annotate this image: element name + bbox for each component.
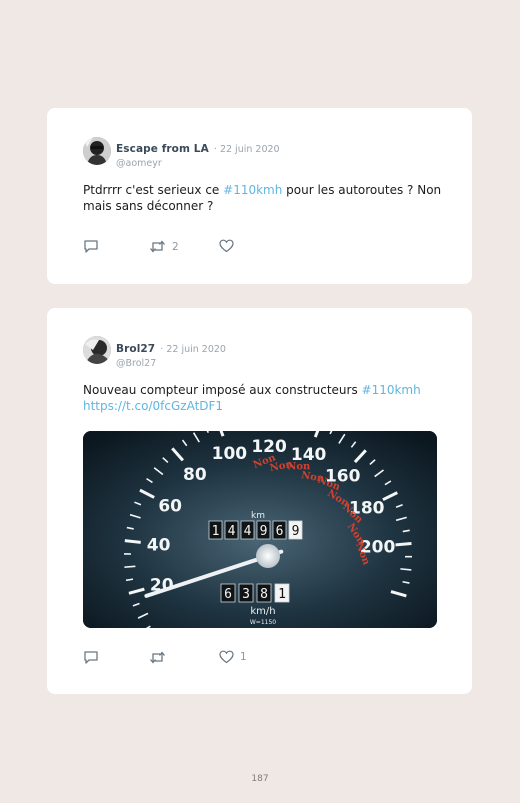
odometer-digit: 1: [212, 524, 220, 539]
speedometer-image[interactable]: 20 40 60 80 100 120 140 160 180 200 Non Non Non Non N…: [83, 431, 437, 628]
retweet-count: 2: [172, 240, 179, 253]
tweet-card: Brol27 · 22 juin 2020 @Brol27 Nouveau co…: [47, 308, 472, 694]
tweet-header: Brol27 · 22 juin 2020 @Brol27: [116, 337, 226, 369]
dial-tick: [124, 539, 141, 544]
odometer-digit: 4: [244, 524, 252, 539]
tweet-url-link[interactable]: https://t.co/0fcGzAtDF1: [83, 399, 223, 413]
dial-tick: [400, 568, 412, 571]
author-handle[interactable]: @aomeyr: [116, 158, 280, 169]
dial-label: 100: [212, 444, 248, 464]
tweet-text: Nouveau compteur imposé aux constructeur…: [83, 383, 421, 413]
model-code: W=1150: [250, 619, 276, 626]
dial-label: 40: [147, 535, 171, 555]
author-name[interactable]: Brol27: [116, 343, 155, 355]
dial-tick: [124, 565, 136, 568]
odometer-unit: km: [251, 511, 265, 521]
retweet-button[interactable]: [149, 650, 172, 665]
like-count: 1: [240, 651, 247, 663]
retweet-icon: [150, 651, 165, 664]
tweet-header: Escape from LA · 22 juin 2020 @aomeyr: [116, 137, 280, 169]
tweet-card: Escape from LA · 22 juin 2020 @aomeyr Pt…: [47, 108, 472, 284]
tweet-date: · 22 juin 2020: [160, 344, 226, 355]
like-button[interactable]: [219, 239, 240, 253]
page-number: 187: [251, 774, 269, 784]
needle-hub: [256, 544, 280, 568]
trip-digit: 8: [260, 587, 268, 602]
author-handle[interactable]: @Brol27: [116, 358, 226, 369]
author-name[interactable]: Escape from LA: [116, 143, 209, 155]
retweet-button[interactable]: 2: [149, 239, 179, 254]
odometer-digit: 4: [228, 524, 236, 539]
hashtag-link[interactable]: #110kmh: [223, 183, 282, 197]
odometer-digit: 6: [276, 524, 284, 539]
avatar[interactable]: [83, 336, 111, 364]
tweet-actions: 2: [83, 239, 403, 255]
tweet-actions: 1: [83, 650, 403, 666]
odometer-digit: 9: [292, 524, 300, 539]
trip-digit: 3: [242, 587, 250, 602]
speed-unit: km/h: [250, 606, 275, 617]
heart-icon: [219, 239, 234, 253]
reply-icon: [84, 651, 98, 664]
heart-icon: [219, 650, 234, 664]
reply-button[interactable]: [83, 239, 99, 254]
dial-label: 80: [183, 465, 207, 485]
retweet-icon: [150, 240, 165, 253]
avatar[interactable]: [83, 137, 111, 165]
hashtag-link[interactable]: #110kmh: [362, 383, 421, 397]
dial-label: 60: [158, 497, 182, 517]
odometer-digit: 9: [260, 524, 268, 539]
trip-digit: 6: [224, 587, 232, 602]
reply-button[interactable]: [83, 650, 99, 665]
dial-tick: [395, 541, 412, 547]
trip-digit: 1: [278, 587, 286, 602]
reply-icon: [84, 240, 98, 253]
speedometer-photo: 20406080100 120 140160180200 NonNonNonNonN…: [83, 431, 437, 628]
tweet-text: Ptdrrrr c'est serieux ce #110kmh pour le…: [83, 183, 442, 213]
like-button[interactable]: 1: [219, 650, 247, 664]
tweet-date: · 22 juin 2020: [213, 144, 280, 155]
